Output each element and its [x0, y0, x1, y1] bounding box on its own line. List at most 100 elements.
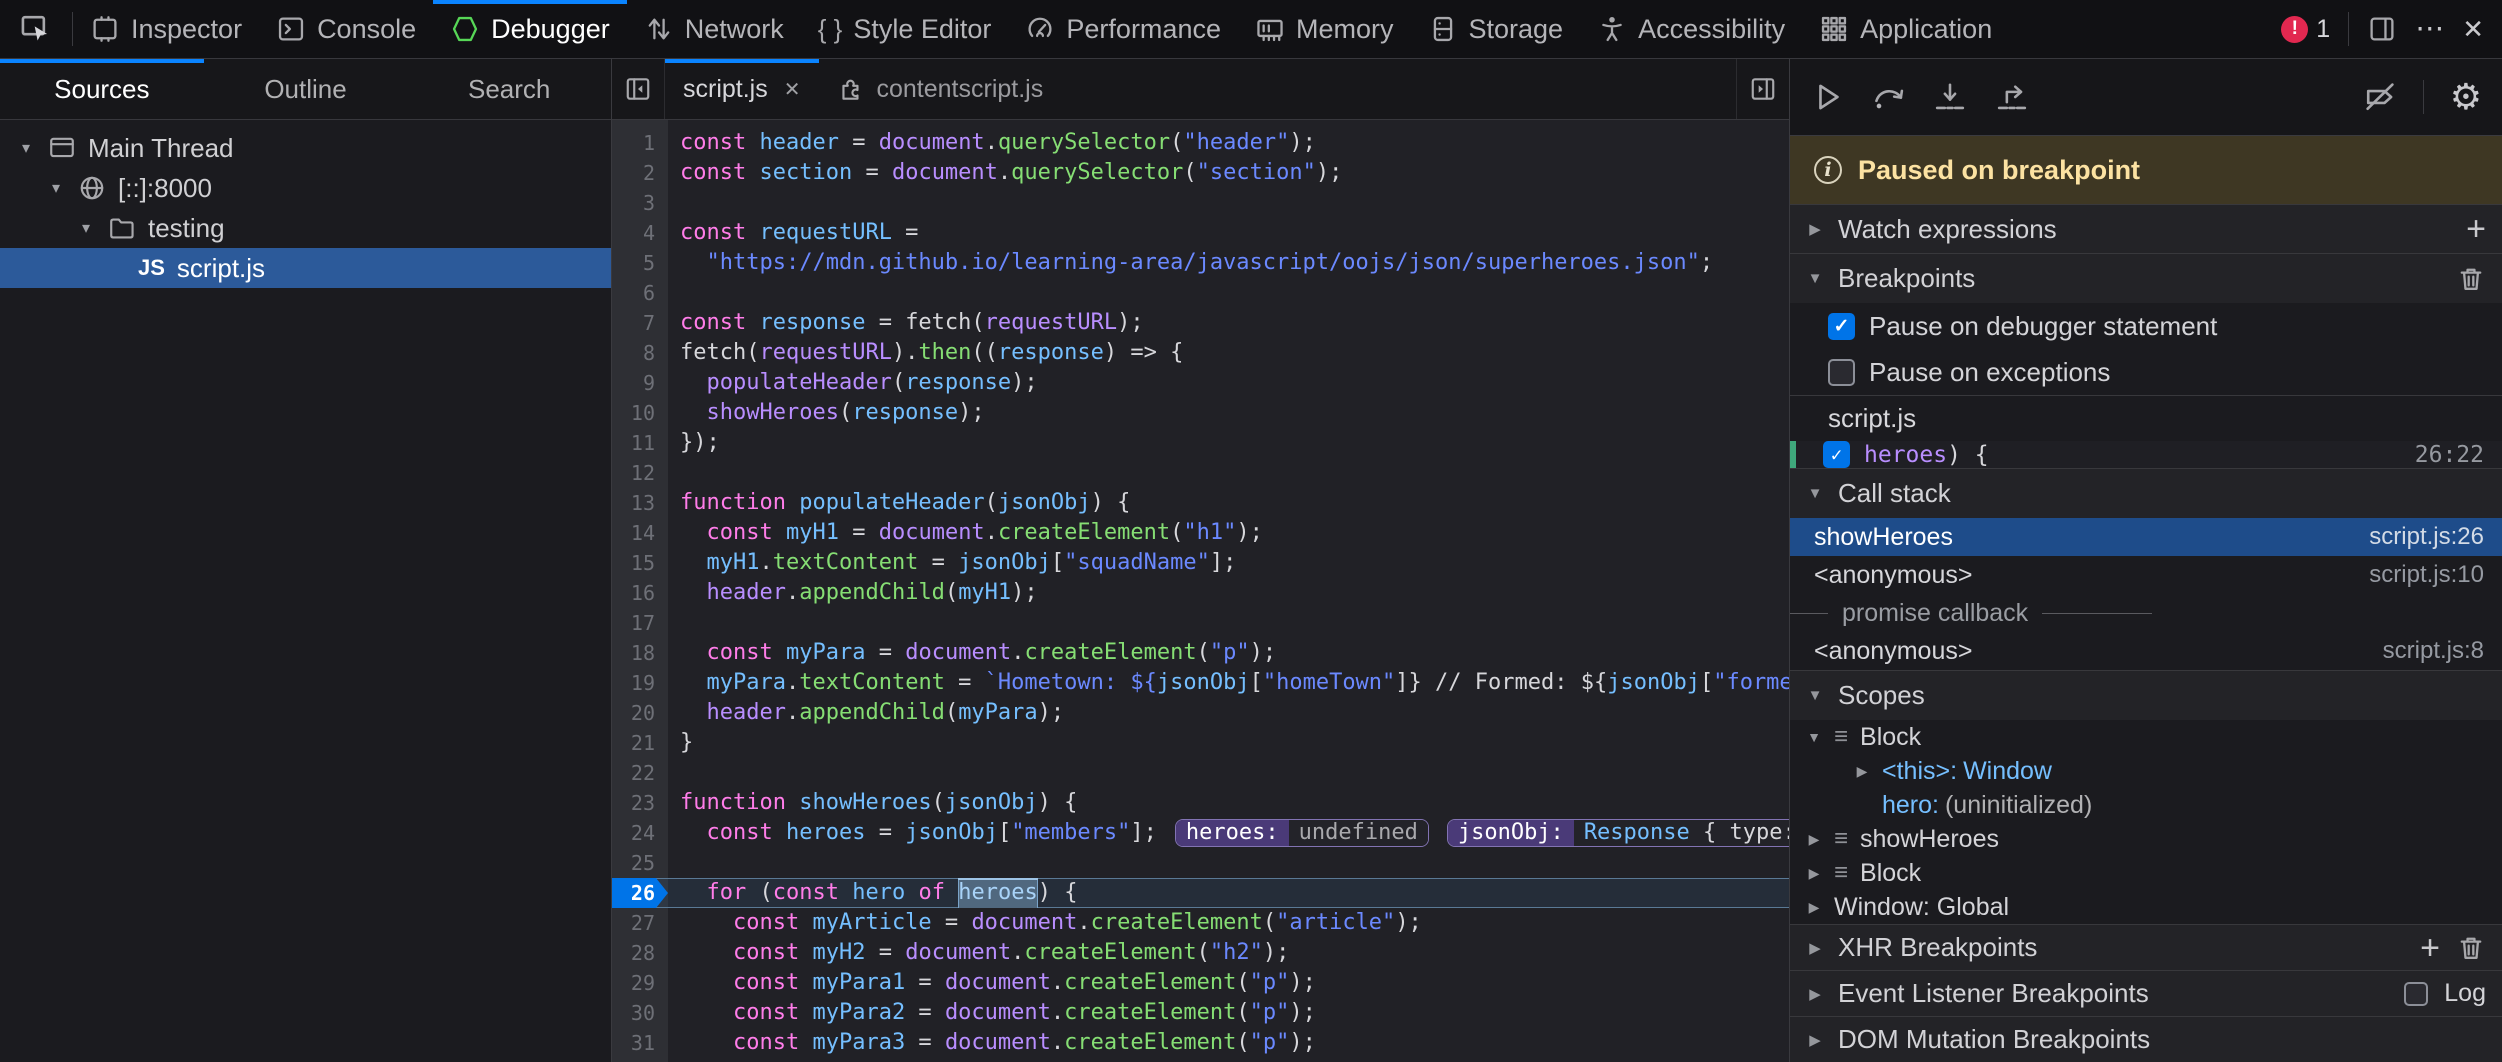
tab-inspector[interactable]: Inspector: [73, 0, 259, 58]
tab-memory[interactable]: Memory: [1238, 0, 1411, 58]
tree-item-file-scriptjs[interactable]: JS script.js: [0, 248, 611, 288]
tab-search[interactable]: Search: [407, 59, 611, 119]
deactivate-breakpoints-button[interactable]: [2363, 80, 2397, 114]
tab-performance[interactable]: Performance: [1008, 0, 1238, 58]
twisty-icon[interactable]: ▼: [1806, 270, 1824, 287]
call-stack-header[interactable]: ▼ Call stack: [1790, 468, 2502, 518]
line-number[interactable]: 5: [612, 248, 668, 278]
pick-element-button[interactable]: [0, 0, 72, 58]
twisty-icon[interactable]: ▼: [1806, 687, 1824, 704]
code-line[interactable]: 21}: [612, 728, 1789, 758]
breakpoint-entry[interactable]: ✓ heroes) { 26:22: [1790, 441, 2502, 468]
line-number[interactable]: 27: [612, 908, 668, 938]
twisty-icon[interactable]: ▶: [1854, 763, 1870, 780]
add-watch-expression-button[interactable]: +: [2466, 212, 2486, 246]
event-listener-breakpoints-header[interactable]: ▶ Event Listener Breakpoints Log: [1790, 970, 2502, 1016]
twisty-icon[interactable]: ▶: [1806, 939, 1824, 957]
code-line[interactable]: 20 header.appendChild(myPara);: [612, 698, 1789, 728]
code-line[interactable]: 12: [612, 458, 1789, 488]
code-line[interactable]: 7const response = fetch(requestURL);: [612, 308, 1789, 338]
code-line[interactable]: 17: [612, 608, 1789, 638]
twisty-icon[interactable]: ▶: [1806, 865, 1822, 882]
line-number[interactable]: 1: [612, 128, 668, 158]
twisty-icon[interactable]: ▶: [1806, 1031, 1824, 1049]
twisty-icon[interactable]: ▶: [1806, 220, 1824, 238]
twisty-icon[interactable]: ▼: [1806, 485, 1824, 502]
stack-frame[interactable]: showHeroes script.js:26: [1790, 518, 2502, 556]
scope-window-global[interactable]: ▶ Window: Global: [1790, 890, 2502, 924]
breakpoint-file-heading[interactable]: script.js: [1790, 395, 2502, 441]
line-number[interactable]: 14: [612, 518, 668, 548]
code-line[interactable]: 3: [612, 188, 1789, 218]
twisty-icon[interactable]: ▶: [1806, 985, 1824, 1003]
tree-item-folder-testing[interactable]: ▾ testing: [0, 208, 611, 248]
line-number[interactable]: 16: [612, 578, 668, 608]
stack-frame[interactable]: <anonymous> script.js:8: [1790, 632, 2502, 670]
line-number[interactable]: 10: [612, 398, 668, 428]
line-number[interactable]: 20: [612, 698, 668, 728]
expand-debugger-pane-button[interactable]: [1736, 59, 1789, 119]
code-line[interactable]: 26 for (const hero of heroes) {: [612, 878, 1789, 908]
line-number[interactable]: 22: [612, 758, 668, 788]
code-line[interactable]: 11});: [612, 428, 1789, 458]
line-number[interactable]: 3: [612, 188, 668, 218]
watch-expressions-header[interactable]: ▶ Watch expressions +: [1790, 204, 2502, 253]
checkbox-checked[interactable]: ✓: [1828, 313, 1855, 340]
add-xhr-breakpoint-button[interactable]: +: [2420, 931, 2440, 965]
step-over-button[interactable]: [1870, 80, 1906, 114]
xhr-breakpoints-header[interactable]: ▶ XHR Breakpoints +: [1790, 924, 2502, 970]
line-number[interactable]: 15: [612, 548, 668, 578]
inline-variable-preview[interactable]: heroes:undefined: [1175, 819, 1429, 847]
remove-xhr-breakpoints-trash-icon[interactable]: [2456, 933, 2486, 963]
inline-variable-preview[interactable]: jsonObj:Response { type: "cors", url: "h…: [1447, 819, 1789, 847]
code-line[interactable]: 25: [612, 848, 1789, 878]
meatball-menu-icon[interactable]: ⋯: [2415, 15, 2444, 44]
error-badge[interactable]: ! 1: [2281, 15, 2330, 44]
line-number[interactable]: 2: [612, 158, 668, 188]
twisty-icon[interactable]: ▾: [16, 138, 36, 158]
line-number[interactable]: 11: [612, 428, 668, 458]
code-line[interactable]: 19 myPara.textContent = `Hometown: ${jso…: [612, 668, 1789, 698]
twisty-icon[interactable]: ▶: [1806, 899, 1822, 916]
breakpoint-checkbox[interactable]: ✓: [1823, 441, 1850, 468]
dom-mutation-breakpoints-header[interactable]: ▶ DOM Mutation Breakpoints: [1790, 1016, 2502, 1062]
code-line[interactable]: 6: [612, 278, 1789, 308]
settings-gear-icon[interactable]: ⚙: [2450, 79, 2482, 115]
resume-button[interactable]: [1810, 80, 1844, 114]
code-line[interactable]: 8fetch(requestURL).then((response) => {: [612, 338, 1789, 368]
twisty-icon[interactable]: ▼: [1806, 729, 1822, 745]
code-line[interactable]: 4const requestURL =: [612, 218, 1789, 248]
scope-block-2[interactable]: ▶ ≡ Block: [1790, 856, 2502, 890]
tab-outline[interactable]: Outline: [204, 59, 408, 119]
log-checkbox-unchecked[interactable]: [2404, 982, 2428, 1006]
line-number[interactable]: 21: [612, 728, 668, 758]
remove-breakpoints-trash-icon[interactable]: [2456, 264, 2486, 294]
code-line[interactable]: 2const section = document.querySelector(…: [612, 158, 1789, 188]
close-tab-icon[interactable]: ✕: [784, 77, 801, 102]
line-number[interactable]: 4: [612, 218, 668, 248]
collapse-sources-pane-button[interactable]: [612, 59, 665, 119]
tree-item-main-thread[interactable]: ▾ Main Thread: [0, 128, 611, 168]
checkbox-unchecked[interactable]: [1828, 359, 1855, 386]
code-line[interactable]: 9 populateHeader(response);: [612, 368, 1789, 398]
scope-block[interactable]: ▼ ≡ Block: [1790, 720, 2502, 754]
tree-item-host[interactable]: ▾ [::]:8000: [0, 168, 611, 208]
line-number[interactable]: 26: [612, 878, 668, 908]
line-number[interactable]: 31: [612, 1028, 668, 1058]
code-line[interactable]: 14 const myH1 = document.createElement("…: [612, 518, 1789, 548]
code-line[interactable]: 10 showHeroes(response);: [612, 398, 1789, 428]
scope-hero[interactable]: hero: (uninitialized): [1790, 788, 2502, 822]
line-number[interactable]: 9: [612, 368, 668, 398]
scope-showheroes[interactable]: ▶ ≡ showHeroes: [1790, 822, 2502, 856]
tab-debugger[interactable]: Debugger: [433, 0, 627, 58]
pause-on-exceptions-option[interactable]: Pause on exceptions: [1790, 349, 2502, 395]
scope-this[interactable]: ▶ <this>: Window: [1790, 754, 2502, 788]
line-number[interactable]: 6: [612, 278, 668, 308]
code-line[interactable]: 29 const myPara1 = document.createElemen…: [612, 968, 1789, 998]
code-line[interactable]: 15 myH1.textContent = jsonObj["squadName…: [612, 548, 1789, 578]
tab-accessibility[interactable]: Accessibility: [1580, 0, 1802, 58]
code-line[interactable]: 31 const myPara3 = document.createElemen…: [612, 1028, 1789, 1058]
code-line[interactable]: 18 const myPara = document.createElement…: [612, 638, 1789, 668]
line-number[interactable]: 30: [612, 998, 668, 1028]
code-line[interactable]: 28 const myH2 = document.createElement("…: [612, 938, 1789, 968]
